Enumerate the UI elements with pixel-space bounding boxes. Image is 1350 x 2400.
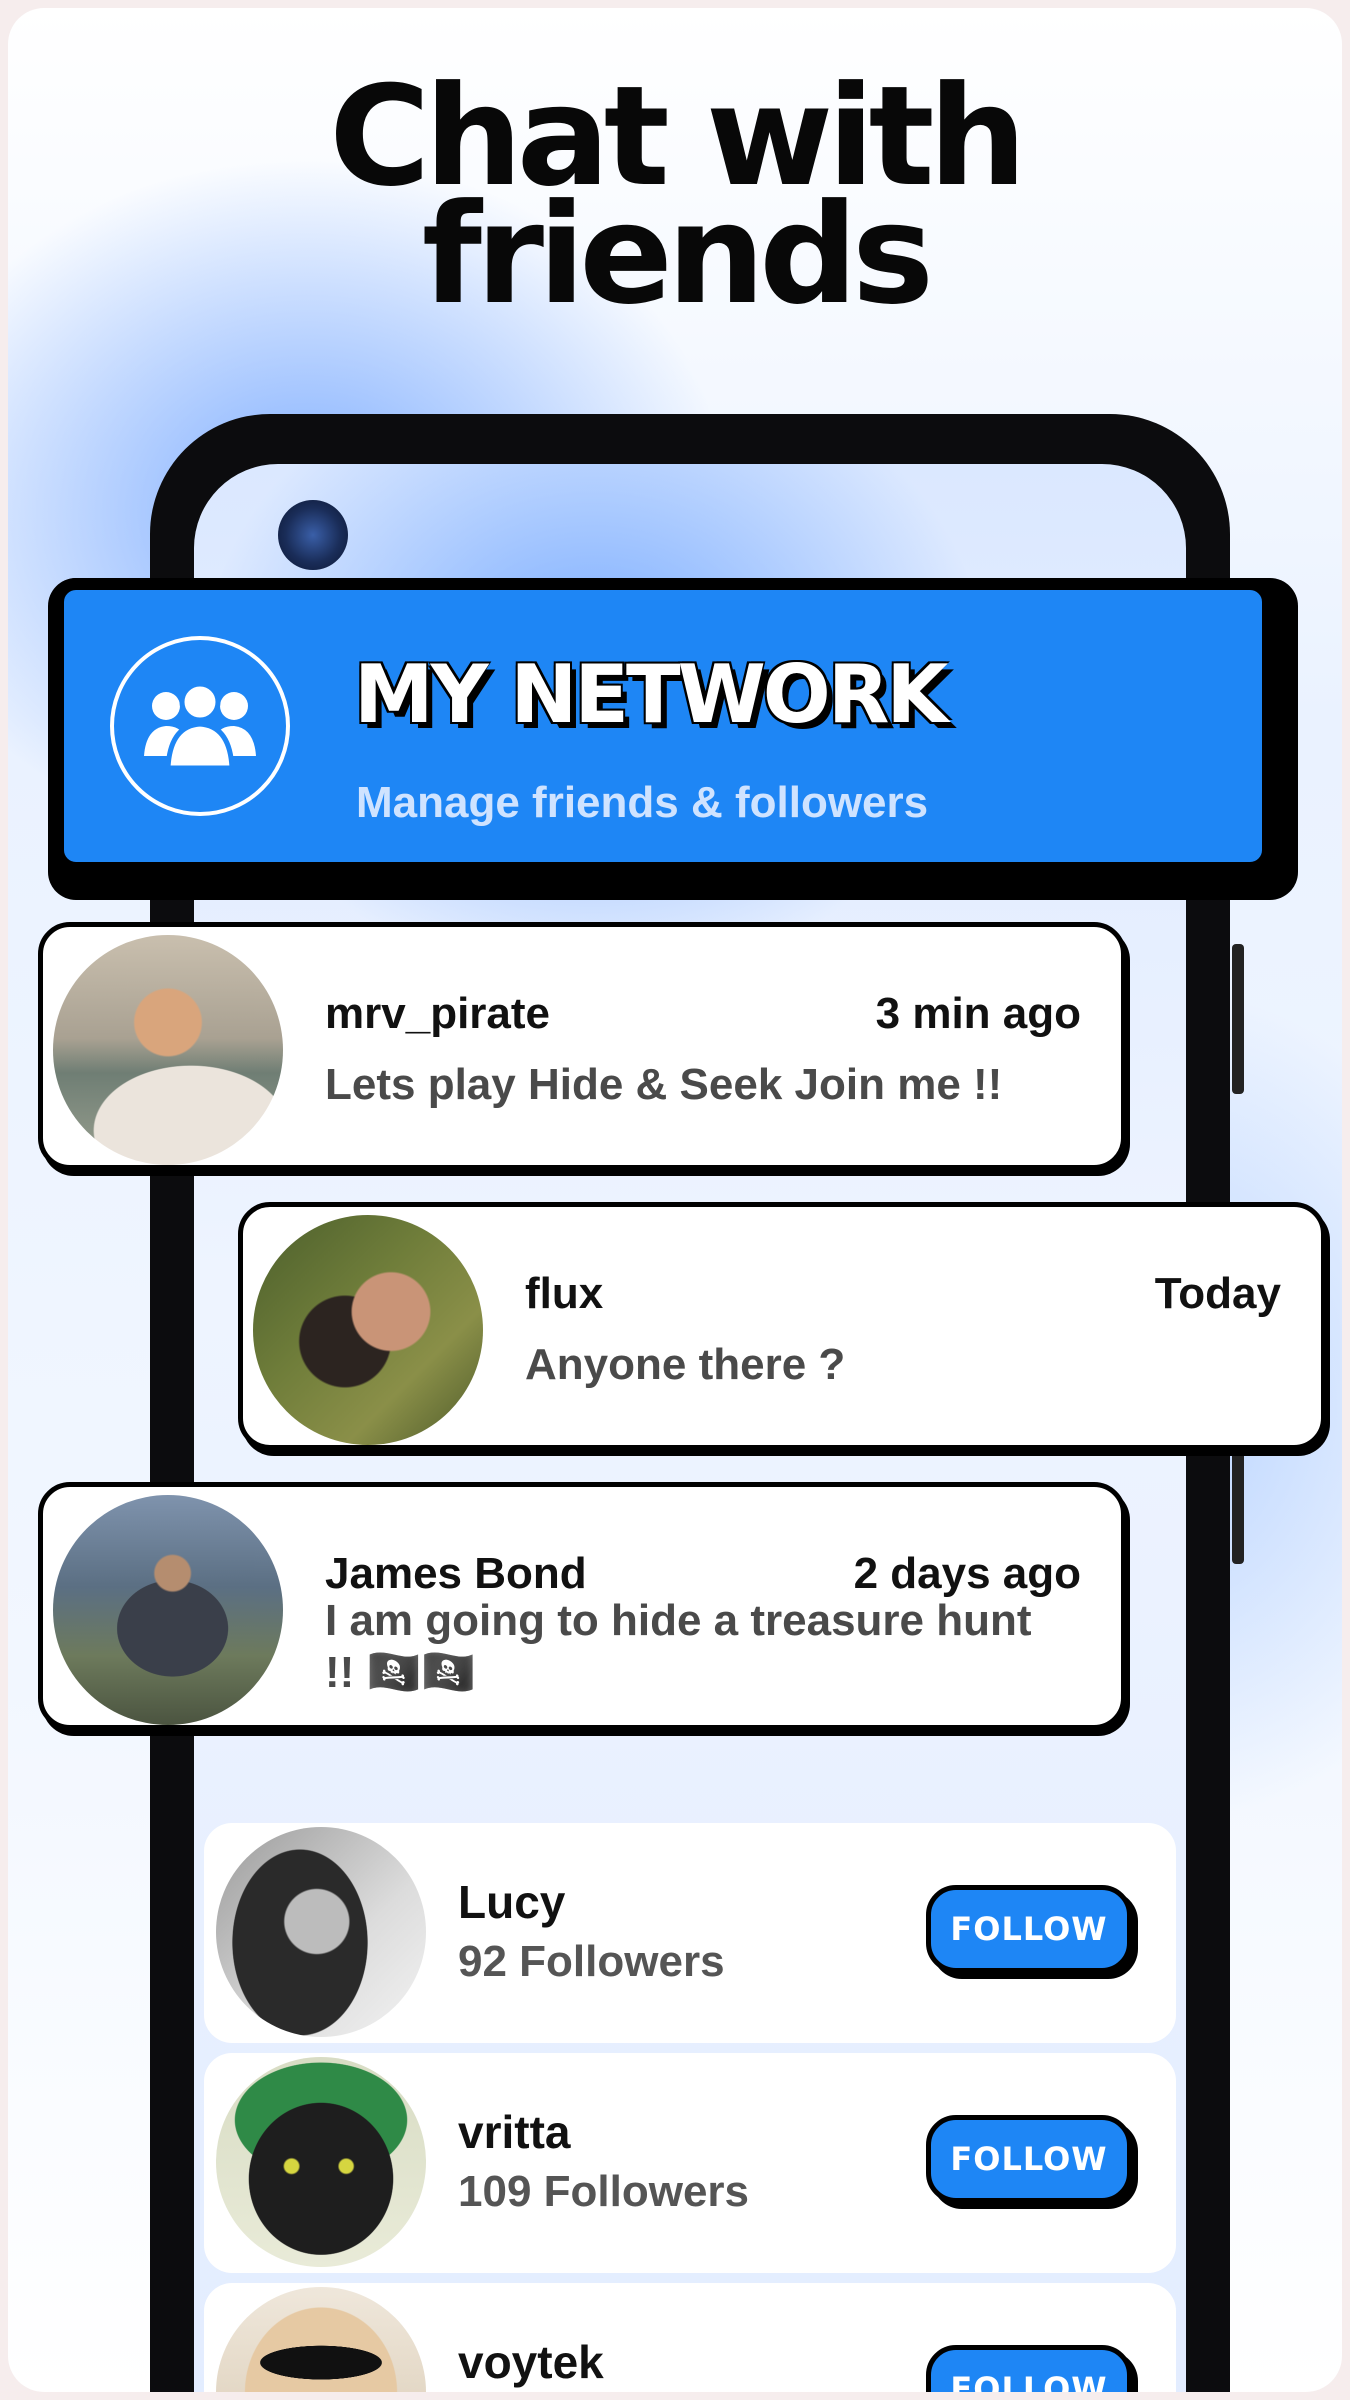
user-name: vritta — [458, 2106, 571, 2158]
message-card[interactable]: flux Today Anyone there ? — [238, 1202, 1326, 1450]
camera-icon — [278, 500, 348, 570]
message-text: I am going to hide a treasure hunt !! 🏴‍… — [325, 1596, 1032, 1697]
avatar — [216, 2057, 426, 2267]
avatar — [253, 1215, 483, 1445]
network-banner[interactable]: MY NETWORK Manage friends & followers — [52, 578, 1274, 874]
list-item: Lucy 92 Followers FOLLOW — [204, 1823, 1176, 2043]
follow-button[interactable]: FOLLOW — [926, 2115, 1132, 2203]
avatar — [53, 935, 283, 1165]
headline: Chat with friends — [8, 68, 1342, 335]
list-item: vritta 109 Followers FOLLOW — [204, 2053, 1176, 2273]
user-name: voytek — [458, 2336, 604, 2388]
message-text: Anyone there ? — [525, 1340, 846, 1389]
follow-suggestions-list: Lucy 92 Followers FOLLOW vritta 109 Foll… — [204, 1798, 1176, 2392]
headline-line-2: friends — [421, 174, 934, 335]
message-sender: James Bond — [325, 1549, 587, 1598]
user-name: Lucy — [458, 1876, 566, 1928]
list-item: voytek FOLLOW — [204, 2283, 1176, 2392]
banner-title: MY NETWORK — [354, 648, 948, 741]
avatar — [53, 1495, 283, 1725]
message-time: 3 min ago — [875, 989, 1081, 1038]
banner-subtitle: Manage friends & followers — [356, 778, 929, 827]
message-card[interactable]: James Bond 2 days ago I am going to hide… — [38, 1482, 1126, 1730]
message-time: 2 days ago — [853, 1549, 1081, 1598]
follow-button[interactable]: FOLLOW — [926, 2345, 1132, 2392]
follow-button[interactable]: FOLLOW — [926, 1885, 1132, 1973]
message-time: Today — [1154, 1269, 1281, 1318]
phone-side-button — [1232, 944, 1244, 1094]
promo-frame: Chat with friends MY NETWORK Manage frie… — [8, 8, 1342, 2392]
avatar — [216, 2287, 426, 2392]
follower-count: 109 Followers — [458, 2167, 750, 2216]
message-sender: mrv_pirate — [325, 989, 551, 1038]
group-icon — [110, 636, 290, 816]
message-text: Lets play Hide & Seek Join me !! — [325, 1060, 1003, 1109]
avatar — [216, 1827, 426, 2037]
message-sender: flux — [525, 1269, 604, 1318]
follower-count: 92 Followers — [458, 1937, 725, 1986]
message-card[interactable]: mrv_pirate 3 min ago Lets play Hide & Se… — [38, 922, 1126, 1170]
